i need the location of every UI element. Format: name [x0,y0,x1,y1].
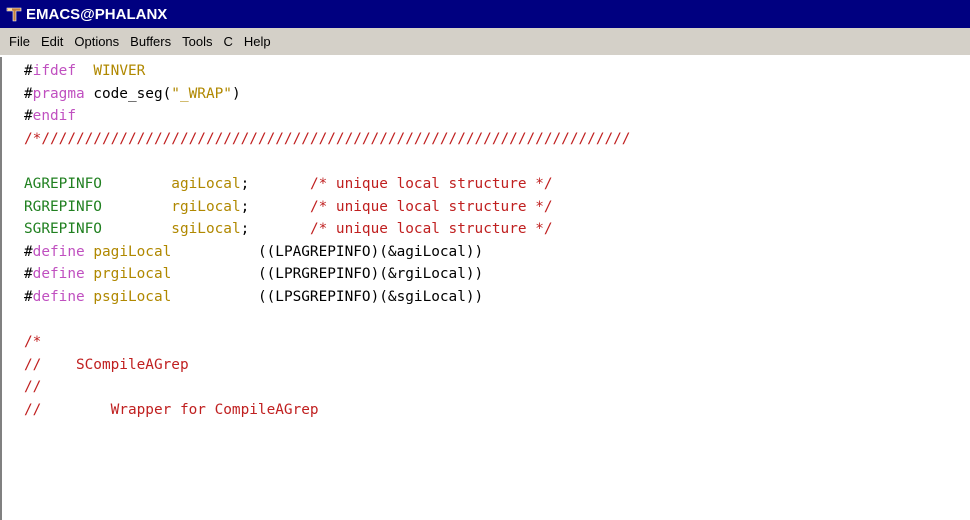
inline-comment: /* unique local structure */ [309,221,553,238]
preprocessor-keyword: define [32,243,85,260]
macro-body: ((LPAGREPINFO)(&agiLocal)) [171,243,484,260]
variable-name: rgiLocal [171,198,241,215]
macro-name: psgiLocal [93,288,172,305]
preprocessor-keyword: define [32,288,85,305]
pragma-text: code_seg( [84,85,172,102]
semicolon: ; [240,198,250,215]
preprocessor-hash: # [24,108,33,125]
preprocessor-keyword: define [32,266,85,283]
code-line: #define psgiLocal ((LPSGREPINFO)(&sgiLoc… [24,286,970,309]
code-line: #define prgiLocal ((LPRGREPINFO)(&rgiLoc… [24,263,970,286]
macro-body: ((LPSGREPINFO)(&sgiLocal)) [171,288,484,305]
menu-c[interactable]: C [218,32,238,51]
semicolon: ; [240,221,250,238]
preprocessor-keyword: endif [32,108,76,125]
window-title: EMACS@PHALANX [26,5,168,23]
editor-buffer[interactable]: #ifdef WINVER #pragma code_seg("_WRAP") … [0,57,970,520]
comment-open: /* [24,334,42,351]
inline-comment: /* unique local structure */ [309,198,553,215]
string-literal: "_WRAP" [171,85,232,102]
type-name: RGREPINFO [24,198,102,215]
variable-name: sgiLocal [171,221,241,238]
code-line: RGREPINFO rgiLocal; /* unique local stru… [24,196,970,219]
code-line: #pragma code_seg("_WRAP") [24,83,970,106]
menu-options[interactable]: Options [69,32,125,51]
paren-close: ) [231,85,241,102]
preprocessor-hash: # [24,63,33,79]
preprocessor-keyword: pragma [32,85,85,102]
comment-function-name: // SCompileAGrep [24,356,189,373]
comment-separator: /*//////////////////////////////////////… [24,130,631,147]
type-name: AGREPINFO [24,175,102,192]
macro-name: prgiLocal [93,266,172,283]
code-line: /*//////////////////////////////////////… [24,128,970,151]
menu-help[interactable]: Help [239,32,277,51]
macro-name: WINVER [76,63,146,79]
preprocessor-hash: # [24,288,33,305]
code-line: #ifdef WINVER [24,60,970,83]
macro-body: ((LPRGREPINFO)(&rgiLocal)) [171,266,484,283]
code-line: // SCompileAGrep [24,354,970,377]
preprocessor-hash: # [24,243,33,260]
comment-line: // [24,379,42,396]
code-line: /* [24,331,970,354]
code-area[interactable]: #ifdef WINVER #pragma code_seg("_WRAP") … [2,57,970,422]
preprocessor-hash: # [24,266,33,283]
preprocessor-keyword: ifdef [32,63,76,79]
variable-name: agiLocal [171,175,241,192]
comment-description: // Wrapper for CompileAGrep [24,401,319,418]
macro-name: pagiLocal [93,243,172,260]
type-name: SGREPINFO [24,221,102,238]
menu-edit[interactable]: Edit [36,32,69,51]
emacs-app-icon[interactable] [4,4,24,24]
code-line: #define pagiLocal ((LPAGREPINFO)(&agiLoc… [24,241,970,264]
code-line: #endif [24,105,970,128]
code-line: AGREPINFO agiLocal; /* unique local stru… [24,173,970,196]
title-bar[interactable]: EMACS@PHALANX [0,0,970,28]
menu-tools[interactable]: Tools [177,32,218,51]
emacs-window: EMACS@PHALANX File Edit Options Buffers … [0,0,970,520]
semicolon: ; [240,175,250,192]
inline-comment: /* unique local structure */ [309,175,553,192]
code-line: // Wrapper for CompileAGrep [24,399,970,422]
code-line: SGREPINFO sgiLocal; /* unique local stru… [24,218,970,241]
menu-file[interactable]: File [4,32,36,51]
menu-buffers[interactable]: Buffers [125,32,177,51]
code-line: // [24,376,970,399]
preprocessor-hash: # [24,85,33,102]
menu-bar: File Edit Options Buffers Tools C Help [0,28,970,56]
